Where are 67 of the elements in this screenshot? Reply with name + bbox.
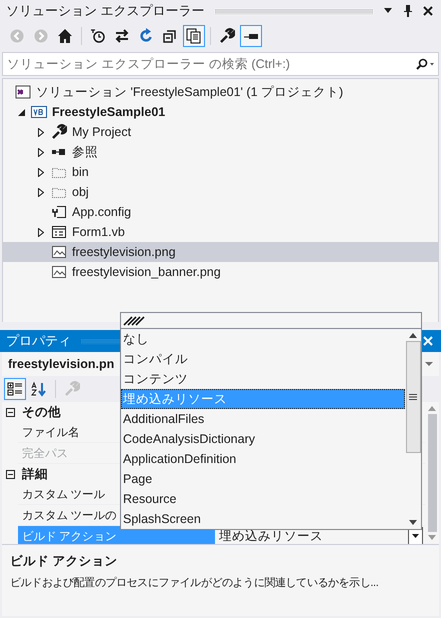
wrench-icon — [51, 124, 67, 140]
solution-icon — [15, 84, 31, 100]
property-pages-icon — [64, 381, 80, 397]
vb-project-icon — [31, 104, 47, 120]
sync-icon — [114, 28, 130, 44]
form-icon — [51, 224, 67, 240]
search-icon — [416, 58, 434, 70]
tree-item[interactable]: My Project — [3, 122, 438, 142]
categorized-button[interactable] — [4, 378, 26, 400]
description-title: ビルド アクション — [10, 553, 118, 570]
tree-item[interactable]: bin — [3, 162, 438, 182]
panel-title: プロパティ — [6, 332, 71, 350]
tree-item[interactable]: obj — [3, 182, 438, 202]
preview-button[interactable] — [240, 25, 262, 47]
tree-item[interactable]: 参照 — [3, 142, 438, 162]
pending-changes-icon — [90, 28, 106, 44]
tree-item[interactable]: freestylevision_banner.png — [3, 262, 438, 282]
dropdown-icon — [425, 362, 433, 366]
collapsed-icon[interactable] — [38, 228, 44, 236]
category-label: その他 — [22, 404, 61, 420]
collapsed-icon[interactable] — [38, 148, 44, 156]
dropdown-option[interactable]: コンテンツ — [121, 369, 405, 389]
categorized-icon — [7, 381, 23, 397]
collapse-icon[interactable] — [6, 408, 15, 416]
scroll-down-icon[interactable] — [409, 520, 417, 525]
dropdown-option[interactable]: Resource — [121, 489, 405, 509]
config-file-icon — [51, 204, 67, 220]
tree-item[interactable]: freestylevision.png — [3, 242, 438, 262]
collapse-icon — [162, 28, 178, 44]
collapsed-icon[interactable] — [38, 128, 44, 136]
dropdown-option[interactable]: Page — [121, 469, 405, 489]
collapse-icon[interactable] — [6, 470, 15, 478]
tree-item[interactable]: App.config — [3, 202, 438, 222]
dropdown-option[interactable]: AdditionalFiles — [121, 409, 405, 429]
refresh-icon — [138, 28, 154, 44]
show-all-button[interactable] — [183, 25, 205, 47]
dropdown-option[interactable]: なし — [121, 329, 405, 349]
property-value[interactable]: 埋め込みリソース — [219, 528, 323, 544]
dropdown-option[interactable]: CodeAnalysisDictionary — [121, 429, 405, 449]
collapsed-icon[interactable] — [38, 168, 44, 176]
dropdown-option[interactable]: コンパイル — [121, 349, 405, 369]
tree-item[interactable]: FreestyleSample01 — [3, 102, 438, 122]
properties-icon — [219, 28, 235, 44]
grip-icon[interactable] — [409, 394, 417, 400]
image-file-icon — [51, 244, 67, 260]
tree-item[interactable]: Form1.vb — [3, 222, 438, 242]
dropdown-option[interactable]: ApplicationDefinition — [121, 449, 405, 469]
dropdown-option[interactable]: SplashScreen — [121, 509, 405, 529]
dropdown-icon[interactable] — [383, 8, 393, 14]
forward-icon — [33, 28, 49, 44]
show-all-icon — [186, 28, 202, 44]
expanded-icon[interactable] — [18, 108, 24, 116]
collapsed-icon[interactable] — [38, 188, 44, 196]
dropdown-arrow-icon — [412, 534, 419, 538]
description-text: ビルドおよび配置のプロセスにファイルがどのように関連しているかを示し... — [10, 576, 380, 591]
close-icon[interactable] — [423, 6, 433, 16]
image-file-icon — [51, 264, 67, 280]
search-field[interactable]: ソリューション エクスプローラー の検索 (Ctrl+:) — [2, 52, 439, 76]
home-icon — [57, 28, 73, 44]
category-label: 詳細 — [22, 466, 48, 482]
pin-icon[interactable] — [403, 5, 413, 17]
resize-grip-icon[interactable] — [123, 316, 147, 326]
panel-title: ソリューション エクスプローラー — [6, 2, 205, 20]
back-icon — [9, 28, 25, 44]
scroll-up-icon[interactable] — [409, 333, 417, 338]
tree-item[interactable]: ソリューション 'FreestyleSample01' (1 プロジェクト) — [3, 82, 438, 102]
alphabetical-icon — [31, 381, 47, 397]
